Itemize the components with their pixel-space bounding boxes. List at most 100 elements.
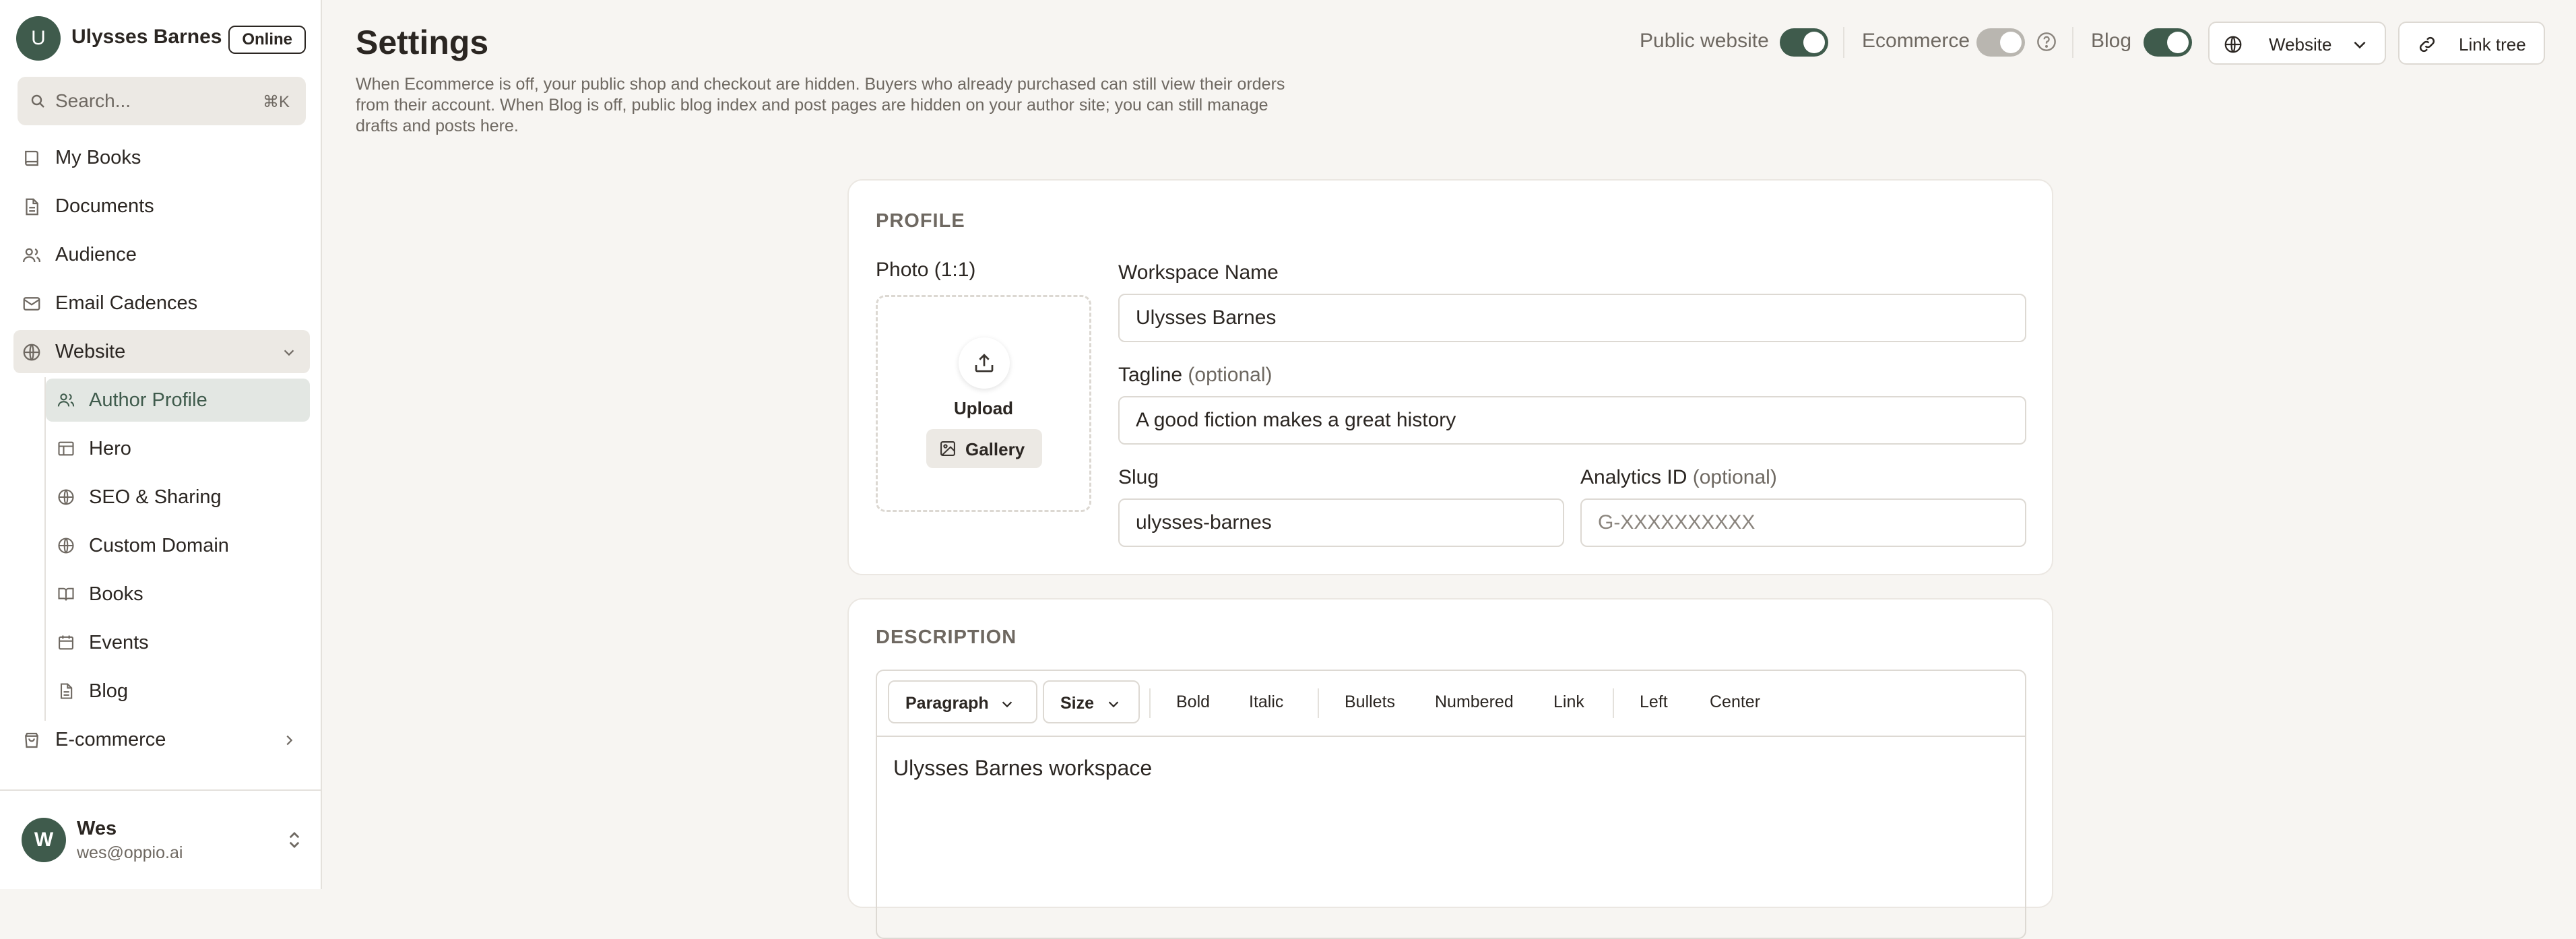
ecommerce-label: Ecommerce xyxy=(1862,30,1970,52)
account-header[interactable]: U Ulysses Barnes Online xyxy=(16,16,306,61)
sidebar-item-e-commerce[interactable]: E-commerce xyxy=(13,718,310,761)
tagline-label-text: Tagline xyxy=(1118,364,1183,386)
sidebar-item-label: Audience xyxy=(55,244,137,265)
photo-label: Photo (1:1) xyxy=(876,259,976,281)
globe-icon xyxy=(57,488,75,507)
user-name: Wes xyxy=(77,818,117,839)
upload-label: Upload xyxy=(953,398,1014,418)
font-size-select[interactable]: Size xyxy=(1043,680,1140,723)
slug-input[interactable] xyxy=(1118,498,1564,547)
optional-tag: (optional) xyxy=(1188,364,1273,386)
tagline-label: Tagline (optional) xyxy=(1118,364,1273,387)
user-email: wes@oppio.ai xyxy=(77,843,183,862)
tagline-input[interactable] xyxy=(1118,396,2026,445)
sidebar-item-audience[interactable]: Audience xyxy=(13,233,310,276)
link-button[interactable]: Link xyxy=(1553,692,1584,712)
sidebar: U Ulysses Barnes Online Search... ⌘K My … xyxy=(0,0,322,889)
description-card: DESCRIPTION Paragraph Size Bold Italic B… xyxy=(847,598,2053,939)
sidebar-item-books[interactable]: Books xyxy=(46,573,310,616)
users-icon xyxy=(22,245,42,265)
chevrons-up-down-icon xyxy=(284,830,304,850)
sidebar-item-custom-domain[interactable]: Custom Domain xyxy=(46,524,310,567)
analytics-label-text: Analytics ID xyxy=(1580,466,1687,488)
chevron-down-icon xyxy=(1000,697,1015,711)
globe-icon xyxy=(57,536,75,555)
link-tree-button[interactable]: Link tree xyxy=(2398,22,2545,65)
gallery-label: Gallery xyxy=(965,439,1025,459)
chevron-right-icon xyxy=(282,733,296,748)
user-menu[interactable]: W Wes wes@oppio.ai xyxy=(22,818,304,864)
document-icon xyxy=(57,682,75,701)
page-title: Settings xyxy=(356,24,489,61)
photo-dropzone[interactable]: Upload Gallery xyxy=(876,295,1091,512)
workspace-name-label: Workspace Name xyxy=(1118,261,1279,284)
mail-icon xyxy=(22,294,42,314)
chevron-down-icon xyxy=(282,345,296,360)
sidebar-item-label: SEO & Sharing xyxy=(89,486,222,508)
layout-icon xyxy=(57,439,75,458)
shopping-bag-icon xyxy=(22,730,42,750)
optional-tag: (optional) xyxy=(1692,466,1777,488)
sidebar-item-label: Custom Domain xyxy=(89,535,229,556)
status-badge[interactable]: Online xyxy=(228,26,306,54)
sidebar-item-label: Books xyxy=(89,583,143,605)
settings-help-text: When Ecommerce is off, your public shop … xyxy=(356,75,1285,135)
align-center-button[interactable]: Center xyxy=(1710,692,1760,712)
ecommerce-toggle[interactable] xyxy=(1976,28,2025,57)
align-left-button[interactable]: Left xyxy=(1640,692,1668,712)
sidebar-item-website[interactable]: Website xyxy=(13,330,310,373)
toggle-knob xyxy=(1803,32,1825,53)
chevron-down-icon xyxy=(1106,697,1121,711)
document-icon xyxy=(22,197,42,217)
sidebar-item-label: Documents xyxy=(55,195,154,217)
bullets-button[interactable]: Bullets xyxy=(1345,692,1395,712)
help-circle-icon[interactable] xyxy=(2036,31,2057,53)
size-select-label: Size xyxy=(1060,694,1095,713)
analytics-id-label: Analytics ID (optional) xyxy=(1580,466,1777,489)
sidebar-item-label: Website xyxy=(55,341,126,362)
search-input[interactable]: Search... ⌘K xyxy=(18,77,306,125)
profile-section-title: PROFILE xyxy=(876,210,965,232)
paragraph-select-label: Paragraph xyxy=(905,694,989,713)
account-avatar: U xyxy=(16,16,61,61)
toolbar-divider xyxy=(1318,688,1319,718)
search-icon xyxy=(30,93,46,109)
paragraph-style-select[interactable]: Paragraph xyxy=(888,680,1037,723)
account-name: Ulysses Barnes xyxy=(71,26,222,48)
sidebar-item-seo-sharing[interactable]: SEO & Sharing xyxy=(46,476,310,519)
image-icon xyxy=(938,439,957,458)
sidebar-item-label: E-commerce xyxy=(55,729,166,750)
gallery-button[interactable]: Gallery xyxy=(926,429,1042,468)
user-icon xyxy=(57,391,75,410)
editor-toolbar: Paragraph Size Bold Italic Bullets Numbe… xyxy=(877,671,2025,737)
sidebar-item-documents[interactable]: Documents xyxy=(13,185,310,228)
sidebar-item-blog[interactable]: Blog xyxy=(46,670,310,713)
toolbar-divider xyxy=(1613,688,1614,718)
rich-text-editor[interactable]: Paragraph Size Bold Italic Bullets Numbe… xyxy=(876,670,2026,939)
bold-button[interactable]: Bold xyxy=(1176,692,1210,712)
globe-icon xyxy=(22,342,42,362)
sidebar-item-label: Hero xyxy=(89,438,131,459)
sidebar-item-hero[interactable]: Hero xyxy=(46,427,310,470)
workspace-name-input[interactable] xyxy=(1118,294,2026,342)
public-website-label: Public website xyxy=(1640,30,1769,52)
slug-label: Slug xyxy=(1118,466,1159,488)
website-dropdown-button[interactable]: Website xyxy=(2208,22,2386,65)
sidebar-item-email-cadences[interactable]: Email Cadences xyxy=(13,282,310,325)
website-button-label: Website xyxy=(2269,34,2332,55)
chevron-down-icon xyxy=(2351,36,2369,53)
analytics-id-input[interactable] xyxy=(1580,498,2026,547)
sidebar-item-my-books[interactable]: My Books xyxy=(13,136,310,179)
blog-toggle[interactable] xyxy=(2144,28,2192,57)
toolbar-divider xyxy=(1149,688,1151,718)
sidebar-item-author-profile[interactable]: Author Profile xyxy=(46,379,310,422)
editor-content[interactable]: Ulysses Barnes workspace xyxy=(893,756,1152,781)
sidebar-item-label: Blog xyxy=(89,680,129,702)
italic-button[interactable]: Italic xyxy=(1249,692,1283,712)
sidebar-item-events[interactable]: Events xyxy=(46,621,310,664)
sidebar-item-label: Author Profile xyxy=(89,389,207,411)
open-book-icon xyxy=(57,585,75,604)
numbered-button[interactable]: Numbered xyxy=(1435,692,1514,712)
public-website-toggle[interactable] xyxy=(1780,28,1828,57)
upload-button[interactable] xyxy=(959,337,1010,389)
